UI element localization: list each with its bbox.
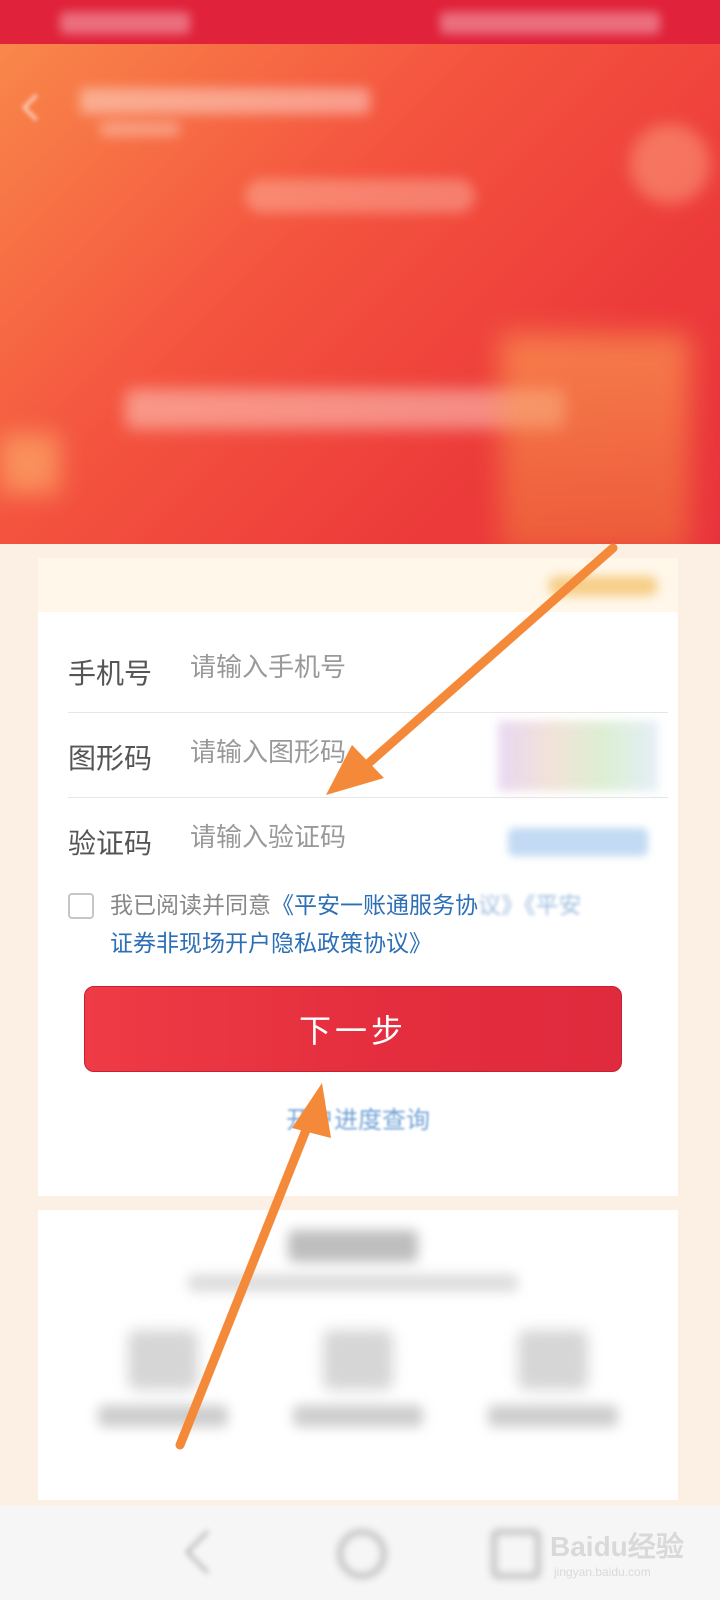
feature-text-3 bbox=[488, 1405, 618, 1427]
status-bar-right-info bbox=[440, 12, 660, 34]
status-bar-left-info bbox=[60, 12, 190, 34]
gift-box-illustration bbox=[500, 334, 690, 544]
next-step-button[interactable]: 下一步 bbox=[84, 986, 622, 1072]
privacy-policy-link[interactable]: 证券非现场开户隐私政策协议》 bbox=[110, 931, 432, 957]
feature-item-3[interactable] bbox=[478, 1330, 628, 1450]
service-agreement-link-faded[interactable]: 议》《平安 bbox=[478, 893, 582, 919]
phone-label: 手机号 bbox=[68, 657, 153, 690]
service-agreement-link[interactable]: 《平安一账通服务协议》《平安 bbox=[271, 893, 582, 919]
nav-recents-icon[interactable] bbox=[492, 1530, 540, 1578]
promo-banner bbox=[0, 44, 720, 544]
get-code-button[interactable] bbox=[508, 828, 648, 856]
help-card-title bbox=[288, 1230, 418, 1262]
account-opening-help-card bbox=[38, 1210, 678, 1500]
feature-text-1 bbox=[98, 1405, 228, 1427]
feature-icon-3 bbox=[518, 1330, 588, 1390]
banner-app-title bbox=[80, 88, 370, 114]
banner-app-subtitle bbox=[100, 122, 180, 136]
watermark-domain: jingyan.baidu.com bbox=[554, 1565, 651, 1579]
captcha-input[interactable] bbox=[190, 733, 480, 773]
captcha-image[interactable] bbox=[498, 721, 658, 791]
captcha-label: 图形码 bbox=[68, 742, 153, 775]
nav-home-icon[interactable] bbox=[338, 1530, 386, 1578]
register-form-card: 手机号 图形码 验证码 我已阅读并同意《平安一账通服务协议》《平安 证券非现场开… bbox=[38, 558, 678, 1196]
phone-input[interactable] bbox=[190, 648, 480, 688]
agreement-checkbox[interactable] bbox=[68, 893, 94, 919]
feature-icon-2 bbox=[323, 1330, 393, 1390]
feature-item-2[interactable] bbox=[283, 1330, 433, 1450]
back-chevron-icon[interactable] bbox=[22, 94, 49, 121]
feature-icon-1 bbox=[128, 1330, 198, 1390]
banner-decoration-left bbox=[0, 434, 60, 494]
agreement-text: 我已阅读并同意《平安一账通服务协议》《平安 证券非现场开户隐私政策协议》 bbox=[110, 887, 640, 963]
card-top-strip bbox=[38, 558, 678, 612]
phone-row: 手机号 bbox=[68, 628, 668, 713]
agreement-prefix: 我已阅读并同意 bbox=[110, 893, 271, 919]
nav-back-icon[interactable] bbox=[185, 1530, 229, 1574]
card-top-badge bbox=[548, 576, 658, 596]
watermark-brand: Baidu经验 bbox=[550, 1531, 684, 1562]
sms-code-row: 验证码 bbox=[68, 798, 668, 882]
feature-text-2 bbox=[293, 1405, 423, 1427]
sms-code-label: 验证码 bbox=[68, 827, 153, 860]
help-card-subtitle bbox=[188, 1274, 518, 1292]
sms-code-input[interactable] bbox=[190, 818, 480, 858]
status-bar bbox=[0, 0, 720, 44]
baidu-jingyan-watermark: Baidu经验 jingyan.baidu.com bbox=[550, 1525, 684, 1579]
feature-item-1[interactable] bbox=[88, 1330, 238, 1450]
banner-subline bbox=[125, 389, 565, 429]
banner-decoration bbox=[630, 124, 710, 204]
account-progress-link[interactable]: 开户进度查询 bbox=[38, 1100, 678, 1135]
banner-tag bbox=[245, 179, 475, 213]
captcha-row: 图形码 bbox=[68, 713, 668, 798]
